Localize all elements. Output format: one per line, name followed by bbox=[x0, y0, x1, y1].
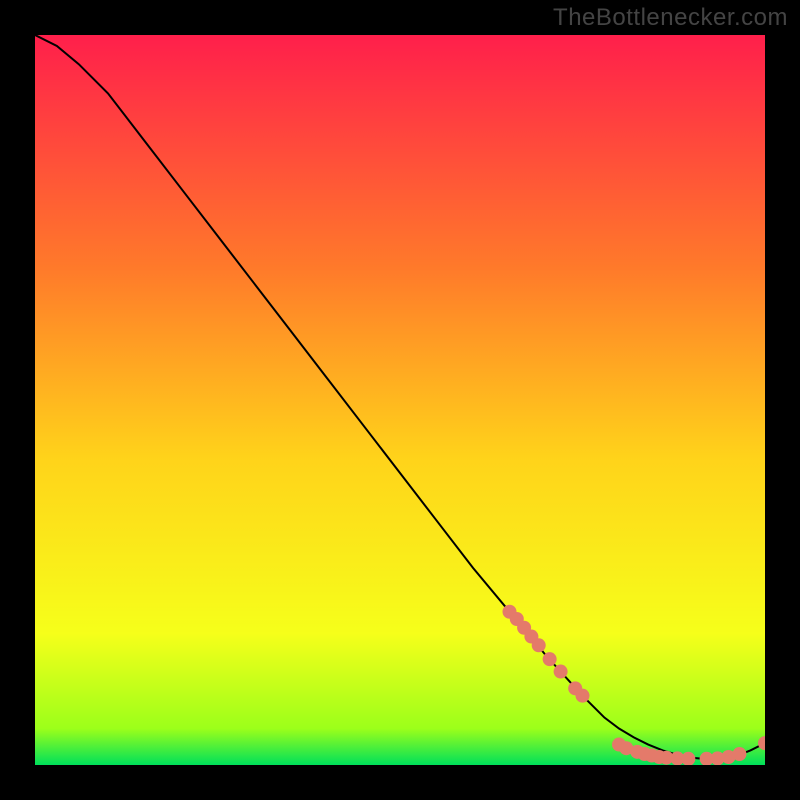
curve-marker bbox=[532, 638, 546, 652]
curve-marker bbox=[554, 665, 568, 679]
chart-container: TheBottlenecker.com bbox=[0, 0, 800, 800]
gradient-background bbox=[35, 35, 765, 765]
chart-svg bbox=[35, 35, 765, 765]
plot-area bbox=[35, 35, 765, 765]
curve-marker bbox=[543, 652, 557, 666]
curve-marker bbox=[732, 747, 746, 761]
watermark-text: TheBottlenecker.com bbox=[553, 4, 788, 32]
curve-marker bbox=[576, 689, 590, 703]
